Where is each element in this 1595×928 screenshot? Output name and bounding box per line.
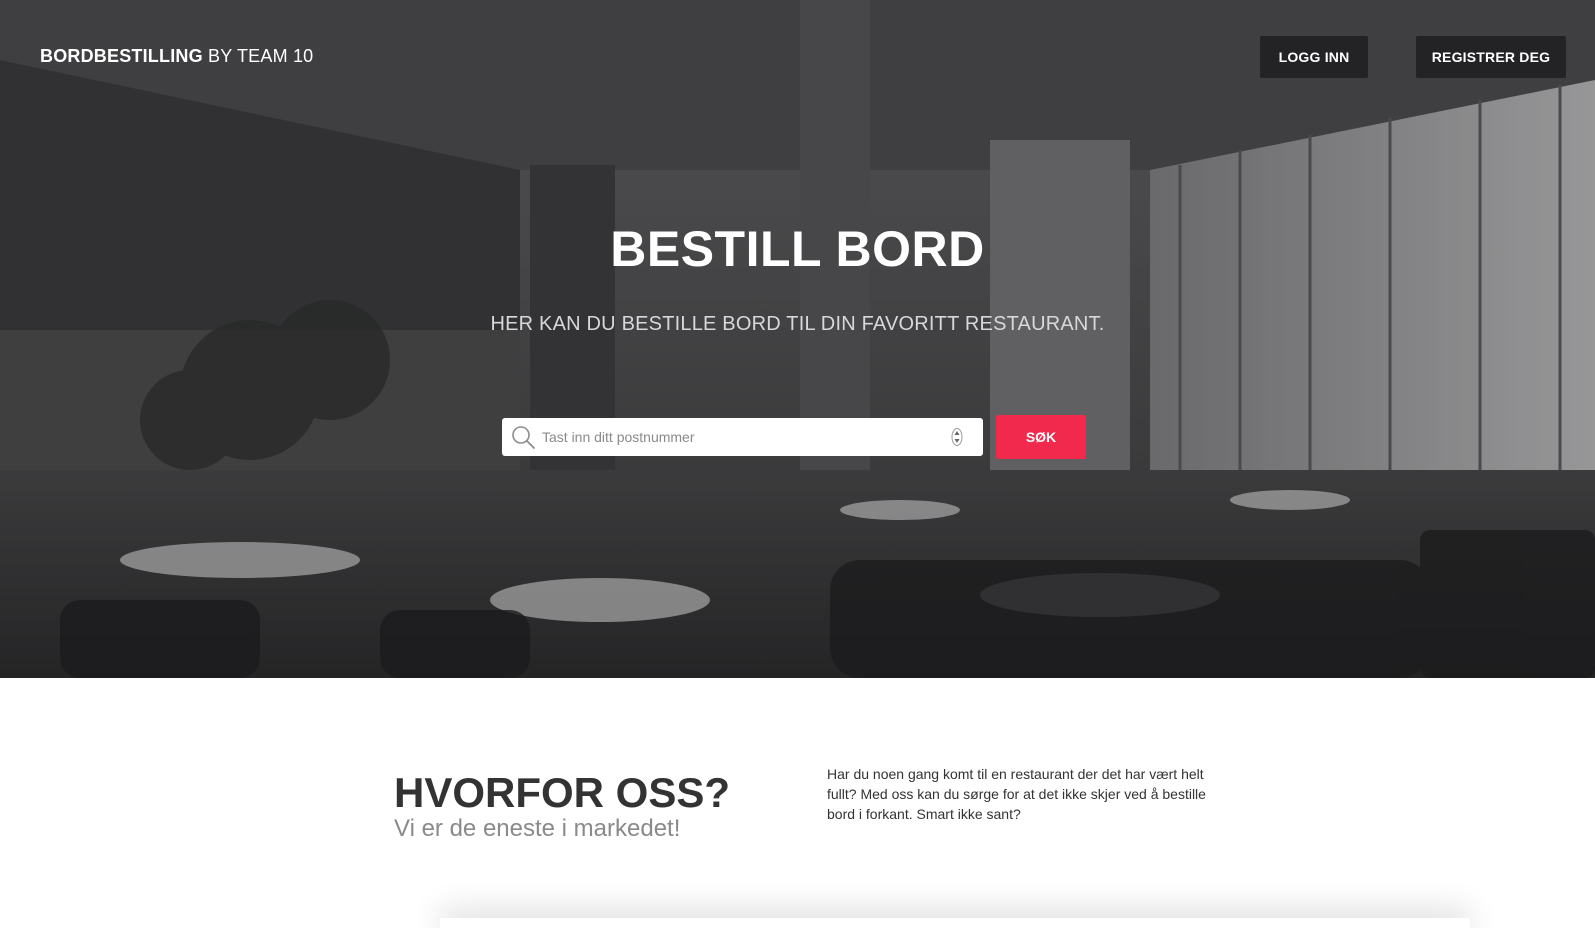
hero-title: BESTILL BORD xyxy=(610,221,985,277)
hero-dark-overlay xyxy=(0,0,1595,678)
spinner-arrows-icon[interactable] xyxy=(951,427,963,447)
login-button[interactable]: LOGG INN xyxy=(1260,36,1368,78)
why-us-subtitle: Vi er de eneste i markedet! xyxy=(394,815,681,842)
why-us-description: Har du noen gang komt til en restaurant … xyxy=(827,766,1206,822)
postcode-search-box[interactable] xyxy=(502,418,983,456)
search-icon xyxy=(512,426,535,449)
why-us-title: HVORFOR OSS? xyxy=(394,769,731,816)
postcode-input[interactable] xyxy=(542,418,942,456)
hero-subtitle: HER KAN DU BESTILLE BORD TIL DIN FAVORIT… xyxy=(490,313,1105,335)
brand-name: BORDBESTILLING xyxy=(40,46,203,66)
brand-logo[interactable]: BORDBESTILLING BY TEAM 10 xyxy=(40,46,313,67)
search-button[interactable]: SØK xyxy=(996,415,1086,459)
hero-section: BORDBESTILLING BY TEAM 10 LOGG INN REGIS… xyxy=(0,0,1595,678)
brand-tagline: BY TEAM 10 xyxy=(202,46,314,66)
next-section-card-edge xyxy=(440,918,1470,928)
register-button[interactable]: REGISTRER DEG xyxy=(1416,36,1566,78)
